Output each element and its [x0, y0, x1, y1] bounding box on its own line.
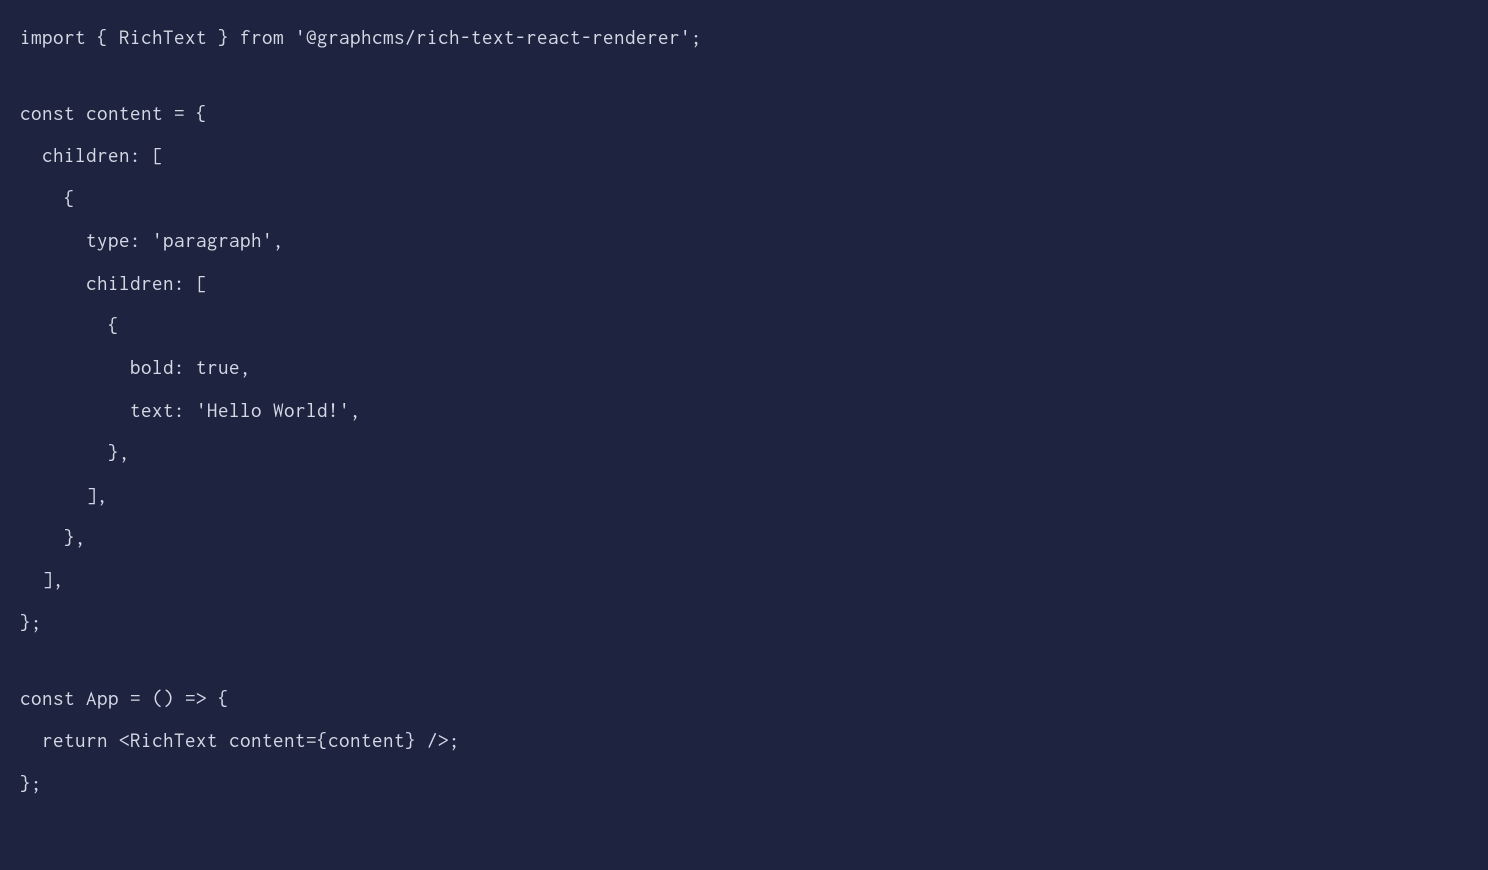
code-line	[20, 643, 1468, 677]
code-line: const content = {	[20, 92, 1468, 134]
code-line: const App = () => {	[20, 677, 1468, 719]
code-line: import { RichText } from '@graphcms/rich…	[20, 16, 1468, 58]
code-line: ],	[20, 474, 1468, 516]
code-line: {	[20, 177, 1468, 219]
code-line: return <RichText content={content} />;	[20, 719, 1468, 761]
code-line: bold: true,	[20, 346, 1468, 388]
code-line	[20, 58, 1468, 92]
code-line: },	[20, 516, 1468, 558]
code-line: };	[20, 601, 1468, 643]
code-line: ],	[20, 558, 1468, 600]
code-line: type: 'paragraph',	[20, 219, 1468, 261]
code-block: import { RichText } from '@graphcms/rich…	[20, 16, 1468, 804]
code-line: text: 'Hello World!',	[20, 389, 1468, 431]
code-line: children: [	[20, 262, 1468, 304]
code-line: {	[20, 304, 1468, 346]
code-line: };	[20, 762, 1468, 804]
code-line: },	[20, 431, 1468, 473]
code-line: children: [	[20, 134, 1468, 176]
